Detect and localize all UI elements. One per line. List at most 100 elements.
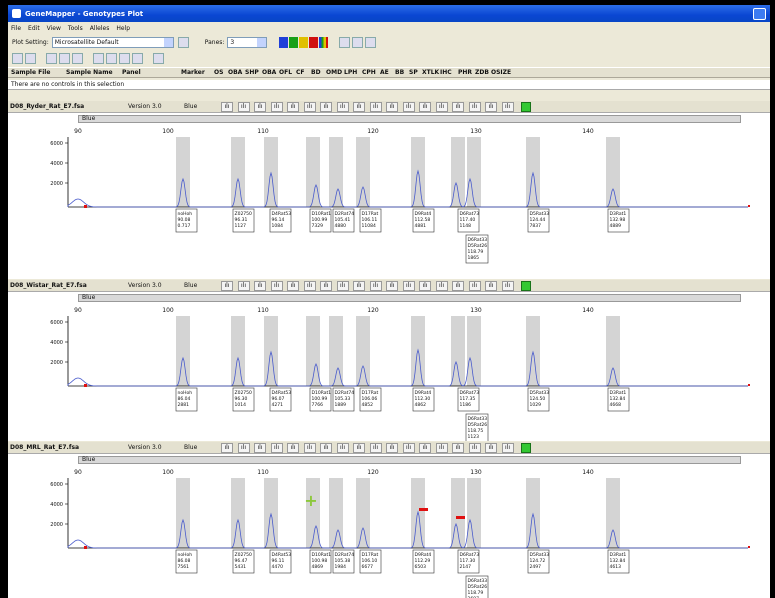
allele-label[interactable]: D17Rat106.1111084 — [359, 208, 382, 233]
col-cf[interactable]: CF — [296, 69, 305, 76]
peak-display-icon[interactable]: ılı — [270, 443, 283, 453]
label-edit-icon[interactable] — [59, 53, 70, 64]
peak-display-icon[interactable]: ılı — [270, 102, 283, 112]
peak-display-icon[interactable]: ılı — [369, 102, 382, 112]
dye-green-toggle[interactable] — [289, 37, 299, 48]
peak-display-icon[interactable]: ılı — [287, 443, 299, 453]
allele-label[interactable]: D6Rat73117.302147 — [457, 549, 480, 574]
menu-help[interactable]: Help — [116, 25, 130, 32]
col-os[interactable]: OS — [214, 69, 223, 76]
col-oba[interactable]: OBA — [228, 69, 242, 76]
plot-settings-editor-button[interactable] — [177, 37, 189, 48]
peak-display-icon[interactable]: ılı — [402, 443, 415, 453]
peak-display-icon[interactable]: ılı — [320, 281, 332, 291]
col-lph[interactable]: LPH — [344, 69, 357, 76]
peak-display-icon[interactable]: ılı — [254, 443, 266, 453]
allele-label[interactable]: D17Rat106.106677 — [359, 549, 382, 574]
col-ae[interactable]: AE — [380, 69, 389, 76]
allele-label[interactable]: D6Rat73117.351186 — [457, 387, 480, 412]
peak-display-icon[interactable]: ılı — [419, 281, 431, 291]
allele-label[interactable]: D10Rat1100.997329 — [309, 208, 332, 233]
col-panel[interactable]: Panel — [122, 69, 141, 76]
menu-view[interactable]: View — [47, 25, 61, 32]
peak-display-icon[interactable]: ılı — [485, 443, 497, 453]
allele-label[interactable]: D6Rat33D5Rat26118.791865 — [465, 234, 489, 264]
panes-select[interactable]: 3 — [227, 37, 268, 48]
quality-flag-icon[interactable] — [521, 443, 531, 453]
allele-label[interactable]: noHoh86.087561 — [175, 549, 198, 574]
peak-display-icon[interactable]: ılı — [270, 281, 283, 291]
peak-display-icon[interactable]: ılı — [221, 102, 233, 112]
allele-label[interactable]: D6Rat33D5Rat26118.792697 — [465, 575, 489, 598]
peak-display-icon[interactable]: ılı — [468, 102, 481, 112]
table-view-icon[interactable] — [339, 37, 351, 48]
peak-display-icon[interactable]: ılı — [221, 443, 233, 453]
trace-plot[interactable]: 90 100 110 120 130 140 6000 4000 2000 + noHoh86.08… — [8, 466, 770, 598]
allele-label[interactable]: noHoh90.080.717 — [175, 208, 198, 233]
allele-label[interactable]: D4Rat5396.074271 — [269, 387, 292, 412]
peak-display-icon[interactable]: ılı — [320, 443, 332, 453]
col-cph[interactable]: CPH — [362, 69, 376, 76]
col-omd[interactable]: OMD — [326, 69, 342, 76]
allele-label[interactable]: Z0275096.311127 — [232, 208, 255, 233]
allele-label[interactable]: D4Rat5396.141084 — [269, 208, 292, 233]
quality-flag-icon[interactable] — [521, 281, 531, 291]
col-marker[interactable]: Marker — [181, 69, 205, 76]
allele-label[interactable]: D3Rat1132.844668 — [607, 387, 630, 412]
col-xtlk[interactable]: XTLK — [422, 69, 439, 76]
menu-file[interactable]: File — [11, 25, 21, 32]
col-bd[interactable]: BD — [311, 69, 321, 76]
col-sample-name[interactable]: Sample Name — [66, 69, 113, 76]
allele-label[interactable]: D2Rat74105.331889 — [332, 387, 355, 412]
peak-display-icon[interactable]: ılı — [452, 443, 464, 453]
peak-display-icon[interactable]: ılı — [303, 102, 316, 112]
peak-display-icon[interactable]: ılı — [468, 281, 481, 291]
col-sample-file[interactable]: Sample File — [11, 69, 50, 76]
col-zdb[interactable]: ZDB — [475, 69, 489, 76]
allele-label[interactable]: D3Rat1132.984889 — [607, 208, 630, 233]
peak-display-icon[interactable]: ılı — [501, 443, 514, 453]
zoom-fit-icon[interactable] — [46, 53, 57, 64]
dye-yellow-toggle[interactable] — [299, 37, 309, 48]
zoom-out-icon[interactable] — [25, 53, 36, 64]
peak-display-icon[interactable]: ılı — [287, 102, 299, 112]
allele-label[interactable]: D4Rat5396.114470 — [269, 549, 292, 574]
allele-label[interactable]: D5Rat33124.501029 — [527, 387, 550, 412]
peak-display-icon[interactable]: ılı — [287, 281, 299, 291]
allele-label[interactable]: D9Rat4112.584881 — [412, 208, 435, 233]
dye-red-toggle[interactable] — [309, 37, 319, 48]
peak-display-icon[interactable]: ılı — [221, 281, 233, 291]
peak-display-icon[interactable]: ılı — [402, 102, 415, 112]
dye-blue-toggle[interactable] — [279, 37, 289, 48]
peak-display-icon[interactable]: ılı — [254, 102, 266, 112]
peak-display-icon[interactable]: ılı — [485, 102, 497, 112]
peak-display-icon[interactable]: ılı — [353, 443, 365, 453]
allele-label[interactable]: D2Rat74105.414880 — [332, 208, 355, 233]
peak-display-icon[interactable]: ılı — [320, 102, 332, 112]
peak-display-icon[interactable]: ılı — [237, 443, 250, 453]
hand-tool-icon[interactable] — [132, 53, 143, 64]
quality-flag-icon[interactable] — [521, 102, 531, 112]
marker-view-icon[interactable] — [106, 53, 117, 64]
peak-display-icon[interactable]: ılı — [386, 102, 398, 112]
zoom-in-icon[interactable] — [12, 53, 23, 64]
sizing-table-icon[interactable] — [352, 37, 364, 48]
print-icon[interactable] — [153, 53, 164, 64]
flag-icon[interactable] — [365, 37, 377, 48]
allele-label[interactable]: D3Rat1132.844613 — [607, 549, 630, 574]
col-ihc[interactable]: IHC — [440, 69, 452, 76]
allele-label[interactable]: D6Rat33D5Rat26118.751123 — [465, 413, 489, 441]
peak-display-icon[interactable]: ılı — [419, 443, 431, 453]
peak-display-icon[interactable]: ılı — [435, 443, 448, 453]
allele-label[interactable]: D5Rat33124.722497 — [527, 549, 550, 574]
allele-label[interactable]: D6Rat73117.401148 — [457, 208, 480, 233]
peak-display-icon[interactable]: ılı — [501, 102, 514, 112]
peak-display-icon[interactable]: ılı — [386, 443, 398, 453]
trace-plot[interactable]: 90 100 110 120 130 140 6000 4000 2000 noHoh90.080… — [8, 125, 770, 279]
peak-display-icon[interactable]: ılı — [353, 281, 365, 291]
allele-label[interactable]: D5Rat33124.447837 — [527, 208, 550, 233]
allele-label[interactable]: D2Rat74105.381984 — [332, 549, 355, 574]
peak-display-icon[interactable]: ılı — [501, 281, 514, 291]
allele-label[interactable]: D9Rat4112.296503 — [412, 549, 435, 574]
peak-display-icon[interactable]: ılı — [369, 443, 382, 453]
